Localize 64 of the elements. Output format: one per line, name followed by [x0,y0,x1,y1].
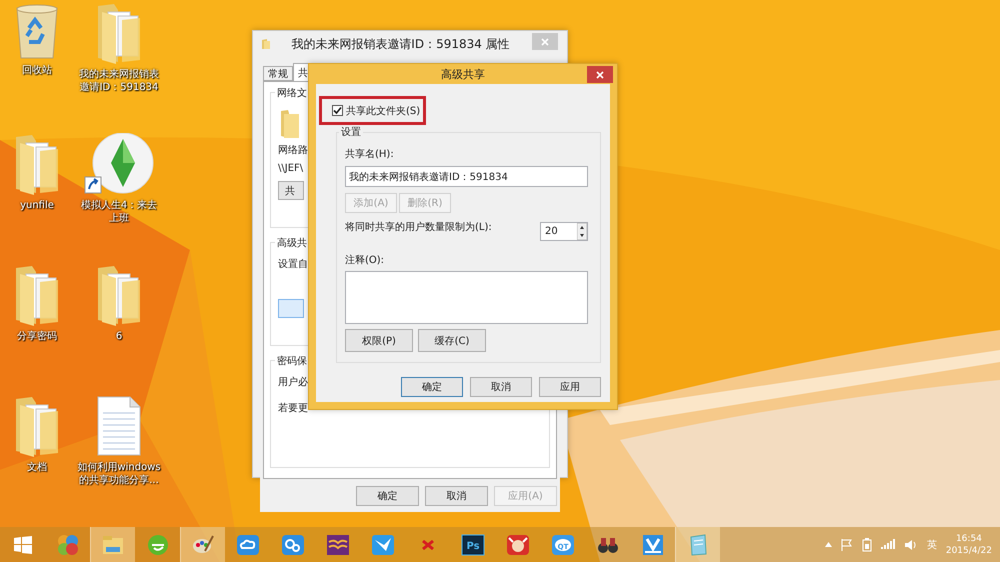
icon-label[interactable]: 我的未来网报销表邀请ID：591834 [76,68,162,94]
folder-icon [261,38,271,50]
close-button[interactable] [587,66,613,83]
globe-icon [146,532,170,556]
battery-icon [862,538,872,552]
close-icon [541,38,549,46]
number-spinner[interactable]: 20 [540,222,588,241]
book-icon [326,532,350,556]
cloud-icon [236,532,260,556]
label-text: 将同时共享的用户数量限制为(L): [345,222,492,234]
share-checkbox[interactable]: 共享此文件夹(S) [332,104,420,118]
language-indicator[interactable]: 英 [926,538,937,552]
ps-logo-icon: Ps [461,532,485,556]
label-text: 设置自 [278,259,308,271]
icon-label[interactable]: 分享密码 [17,330,57,343]
link-icon [281,532,305,556]
taskbar-app-button[interactable] [180,527,225,562]
clock[interactable]: 16:54 2015/4/22 [946,532,992,556]
volume-icon [904,538,918,550]
comment-field[interactable] [345,271,588,324]
button[interactable] [278,299,304,318]
dialog-title: 高级共享 [440,66,486,82]
close-icon [596,70,604,78]
icon-label[interactable]: 如何利用windows的共享功能分享... [76,461,162,487]
dialog-button[interactable]: 缓存(C) [418,329,486,352]
share-name-field[interactable]: 我的未来网报销表邀请ID：591834 [345,166,588,187]
icon-label[interactable]: yunfile [20,199,54,212]
dialog-button[interactable]: 确定 [356,486,419,506]
folder-icon [279,109,301,139]
dialog-button[interactable]: 应用 [539,377,601,397]
dialog-button[interactable]: 取消 [470,377,532,397]
caret-up-icon [824,542,832,547]
group-title: 密码保 [275,354,309,368]
dialog-button[interactable]: 取消 [425,486,488,506]
label-text: 若要更 [278,403,308,415]
v-logo-icon [641,532,665,556]
game-shortcut-icon [83,133,155,195]
label-text: 注释(O): [345,255,384,267]
tab[interactable]: 常规 [263,66,293,81]
label-text: \\JEF\ [278,163,304,175]
windows-logo-icon [14,536,32,554]
colorful-circles-icon [56,532,80,556]
dialog-button[interactable]: 权限(P) [345,329,413,352]
taskbar-app-button[interactable]: Ps [450,527,495,562]
checkmark-icon [333,106,342,115]
label-text: 用户必 [278,377,308,389]
group-title: 高级共 [275,236,309,250]
ox-face-icon [506,532,530,556]
group-title: 网络文 [275,86,309,100]
dialog-button[interactable]: 确定 [401,377,463,397]
icon-label[interactable]: 文档 [27,461,47,474]
label-text: 共享名(H): [345,149,394,161]
icon-label[interactable]: 回收站 [22,64,52,77]
x-mark-icon [422,540,434,550]
signal-icon [880,539,895,550]
window-title: 我的未来网报销表邀请ID：591834 属性 [290,36,511,52]
bird-icon [371,532,395,556]
button[interactable]: 共 [278,181,304,200]
icon-label[interactable]: 模拟人生4：来去上班 [76,199,162,225]
spinner-arrows-icon [577,223,587,240]
label-text: 网络路 [278,145,308,157]
group-title: 设置 [340,126,362,139]
flag-icon [840,538,853,550]
icon-label[interactable]: 6 [116,330,122,343]
